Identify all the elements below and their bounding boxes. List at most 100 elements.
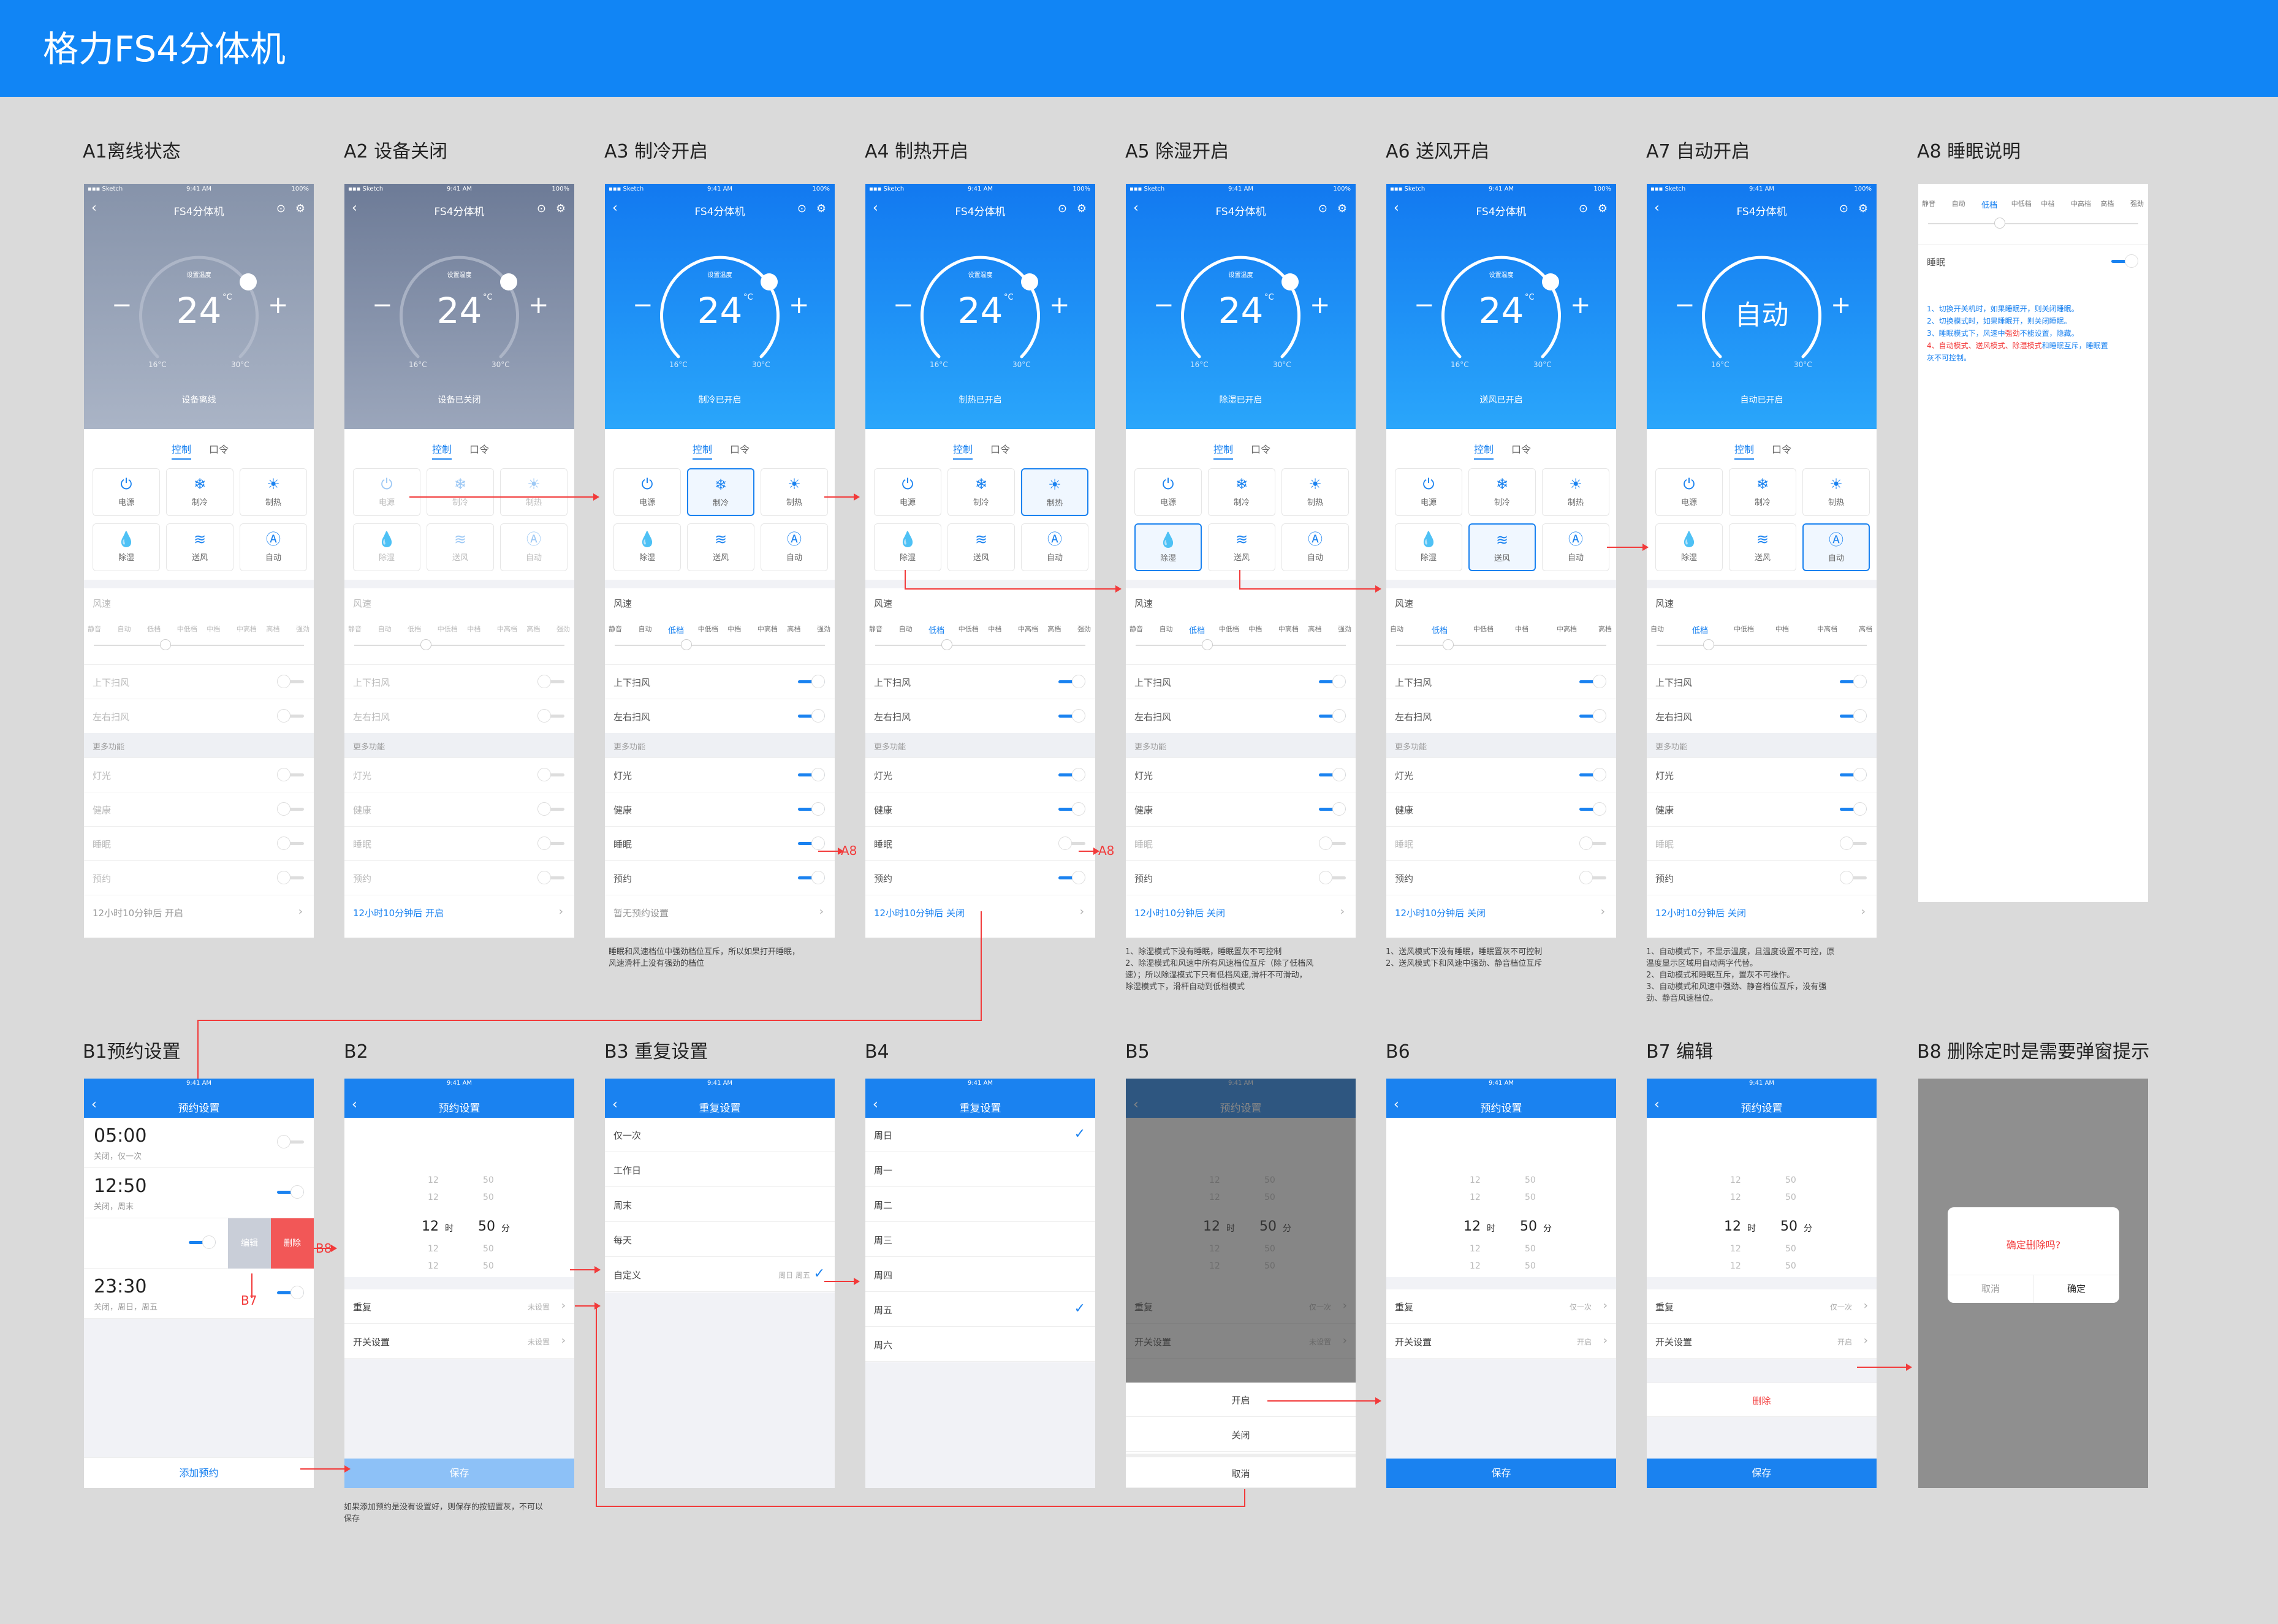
tab-control[interactable]: 控制 xyxy=(1734,441,1755,460)
minus-button[interactable]: − xyxy=(632,291,653,319)
dialog-ok-button[interactable]: 确定 xyxy=(2033,1282,2119,1295)
mode-dry-button[interactable]: 💧 除湿 xyxy=(874,523,941,571)
mode-auto-button[interactable]: Ⓐ 自动 xyxy=(1802,523,1870,571)
mode-heat-button[interactable]: ☀ 制热 xyxy=(1281,468,1349,516)
alarm-item[interactable]: 05:00 关闭，仅一次 xyxy=(84,1118,314,1168)
updown-switch[interactable] xyxy=(1579,675,1606,688)
health-switch[interactable] xyxy=(1840,802,1867,816)
sleep-switch[interactable] xyxy=(798,837,825,850)
plus-button[interactable]: + xyxy=(268,291,289,319)
weekday-option[interactable]: 周四 xyxy=(865,1258,1095,1292)
mode-fan-button[interactable]: ≋ 送风 xyxy=(687,523,754,571)
health-switch[interactable] xyxy=(1579,802,1606,816)
light-switch[interactable] xyxy=(1840,768,1867,781)
fan-slider-knob[interactable] xyxy=(941,639,952,650)
tab-control[interactable]: 控制 xyxy=(693,441,713,460)
sleep-switch[interactable] xyxy=(1319,837,1346,850)
fan-slider[interactable] xyxy=(1657,645,1867,646)
mode-power-button[interactable]: ⏻ 电源 xyxy=(1134,468,1202,516)
mode-fan-button[interactable]: ≋ 送风 xyxy=(166,523,233,571)
health-switch[interactable] xyxy=(1058,802,1085,816)
reserve-switch[interactable] xyxy=(1319,871,1346,884)
mode-cool-button[interactable]: ❄ 制冷 xyxy=(947,468,1015,516)
mode-heat-button[interactable]: ☀ 制热 xyxy=(1802,468,1870,516)
tab-control[interactable]: 控制 xyxy=(953,441,973,460)
light-switch[interactable] xyxy=(1579,768,1606,781)
mode-auto-button[interactable]: Ⓐ 自动 xyxy=(240,523,307,571)
minus-button[interactable]: − xyxy=(1674,291,1695,319)
minus-button[interactable]: − xyxy=(112,291,132,319)
sleep-switch[interactable] xyxy=(277,837,304,850)
mode-heat-button[interactable]: ☀ 制热 xyxy=(1021,468,1088,516)
tab-control[interactable]: 控制 xyxy=(1474,441,1494,460)
leftright-switch[interactable] xyxy=(1840,709,1867,723)
alarm-switch[interactable] xyxy=(277,1135,304,1148)
health-switch[interactable] xyxy=(277,802,304,816)
repeat-option[interactable]: 每天 xyxy=(605,1223,835,1257)
weekday-option[interactable]: 周二 xyxy=(865,1188,1095,1222)
fan-slider-knob[interactable] xyxy=(1202,639,1213,650)
alarm-switch[interactable] xyxy=(277,1185,304,1199)
repeat-option[interactable]: 仅一次 xyxy=(605,1118,835,1152)
save-button[interactable]: 保存 xyxy=(1647,1459,1877,1488)
updown-switch[interactable] xyxy=(1319,675,1346,688)
reserve-footer[interactable]: 12小时10分钟后 关闭 › xyxy=(1386,895,1616,929)
fan-slider[interactable] xyxy=(1136,645,1346,646)
switch-row[interactable]: 开关设置 开启 › xyxy=(1386,1324,1616,1359)
reserve-footer[interactable]: 12小时10分钟后 开启 › xyxy=(344,895,574,929)
mode-dry-button[interactable]: 💧 除湿 xyxy=(1134,523,1202,571)
weekday-option[interactable]: 周六 xyxy=(865,1327,1095,1362)
repeat-row[interactable]: 重复 仅一次 › xyxy=(1386,1289,1616,1324)
mode-heat-button[interactable]: ☀ 制热 xyxy=(240,468,307,516)
tab-voice[interactable]: 口令 xyxy=(469,441,489,456)
add-booking-button[interactable]: 添加预约 xyxy=(84,1457,314,1488)
tab-voice[interactable]: 口令 xyxy=(730,441,750,456)
a8-speed-slider[interactable] xyxy=(1928,223,2138,224)
fan-slider[interactable] xyxy=(354,645,564,646)
mode-power-button[interactable]: ⏻ 电源 xyxy=(353,468,420,516)
light-switch[interactable] xyxy=(277,768,304,781)
mode-auto-button[interactable]: Ⓐ 自动 xyxy=(1281,523,1349,571)
alarm-switch[interactable] xyxy=(277,1286,304,1299)
updown-switch[interactable] xyxy=(1058,675,1085,688)
plus-button[interactable]: + xyxy=(1310,291,1331,319)
fan-slider-knob[interactable] xyxy=(160,639,171,650)
sheet-close[interactable]: 关闭 xyxy=(1126,1417,1356,1452)
repeat-option[interactable]: 工作日 xyxy=(605,1153,835,1187)
delete-button[interactable]: 删除 xyxy=(271,1218,314,1269)
reserve-switch[interactable] xyxy=(277,871,304,884)
fan-slider-knob[interactable] xyxy=(1443,639,1454,650)
dialog-cancel-button[interactable]: 取消 xyxy=(1948,1282,2033,1295)
a8-sleep-switch[interactable] xyxy=(2111,254,2138,268)
mode-power-button[interactable]: ⏻ 电源 xyxy=(613,468,681,516)
save-button[interactable]: 保存 xyxy=(1386,1459,1616,1488)
leftright-switch[interactable] xyxy=(798,709,825,723)
switch-row[interactable]: 开关设置 未设置 › xyxy=(344,1324,574,1359)
time-picker[interactable]: 12 50 12 50 12 50 12 50 12 50 时分 xyxy=(344,1118,574,1277)
mode-fan-button[interactable]: ≋ 送风 xyxy=(1729,523,1796,571)
sheet-open[interactable]: 开启 xyxy=(1126,1383,1356,1417)
reserve-footer[interactable]: 暂无预约设置 › xyxy=(605,895,835,929)
mode-cool-button[interactable]: ❄ 制冷 xyxy=(427,468,494,516)
tab-voice[interactable]: 口令 xyxy=(1772,441,1791,456)
weekday-option[interactable]: 周三 xyxy=(865,1223,1095,1257)
tab-voice[interactable]: 口令 xyxy=(1251,441,1270,456)
leftright-switch[interactable] xyxy=(1058,709,1085,723)
repeat-option[interactable]: 周末 xyxy=(605,1188,835,1222)
mode-auto-button[interactable]: Ⓐ 自动 xyxy=(500,523,568,571)
light-switch[interactable] xyxy=(1319,768,1346,781)
time-picker[interactable]: 12 50 12 50 12 50 12 50 12 50 时分 xyxy=(1647,1118,1877,1277)
weekday-option[interactable]: 周一 xyxy=(865,1153,1095,1187)
mode-cool-button[interactable]: ❄ 制冷 xyxy=(1208,468,1275,516)
fan-slider-knob[interactable] xyxy=(1703,639,1714,650)
mode-dry-button[interactable]: 💧 除湿 xyxy=(93,523,160,571)
mode-cool-button[interactable]: ❄ 制冷 xyxy=(1729,468,1796,516)
repeat-option-custom[interactable]: 自定义 周日 周五 ✓ xyxy=(605,1258,835,1292)
tab-voice[interactable]: 口令 xyxy=(1511,441,1531,456)
mode-dry-button[interactable]: 💧 除湿 xyxy=(1655,523,1723,571)
switch-row[interactable]: 开关设置 开启 › xyxy=(1647,1324,1877,1359)
mode-auto-button[interactable]: Ⓐ 自动 xyxy=(1542,523,1609,571)
tab-voice[interactable]: 口令 xyxy=(990,441,1010,456)
mode-power-button[interactable]: ⏻ 电源 xyxy=(874,468,941,516)
mode-heat-button[interactable]: ☀ 制热 xyxy=(1542,468,1609,516)
